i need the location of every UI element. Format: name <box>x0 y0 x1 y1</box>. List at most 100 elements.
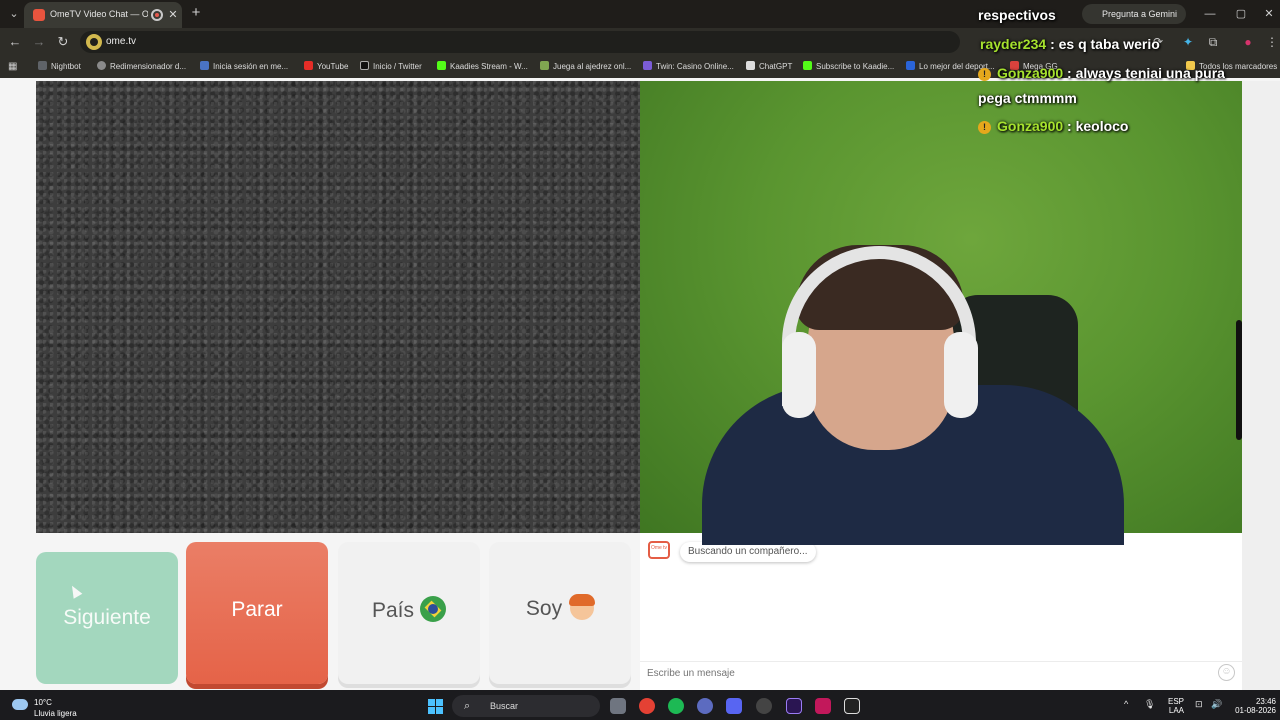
country-label: País <box>371 599 415 622</box>
ask-gemini-button[interactable]: Pregunta a Gemini <box>1082 4 1186 24</box>
close-window-button[interactable]: ✕ <box>1258 5 1280 23</box>
tray-overflow-icon[interactable]: ^ <box>1124 699 1128 709</box>
dazn-icon <box>906 61 915 70</box>
url-text: ome.tv <box>106 36 137 47</box>
ometv-tv-icon-label: Ome tv <box>650 545 668 551</box>
ometv-favicon-icon <box>33 9 45 21</box>
back-arrow-icon[interactable]: ← <box>5 32 25 52</box>
bookmark-nightbot[interactable]: Nightbot <box>38 61 81 74</box>
obs-icon[interactable] <box>756 698 772 714</box>
windows-taskbar: 10°C Lluvia ligera ⌕ Buscar ^ 🎙 ESP LAA … <box>0 690 1280 720</box>
page-margin <box>1242 81 1280 690</box>
browser-menu-icon[interactable]: ⋮ <box>1262 32 1280 52</box>
ometv-page: Siguiente Parar País Soy Ome tv Buscando… <box>0 78 1280 690</box>
bookmark-chess[interactable]: Juega al ajedrez onl... <box>540 61 631 74</box>
aegisub-icon[interactable] <box>815 698 831 714</box>
stop-button[interactable]: Parar <box>186 542 328 684</box>
bookmark-label: YouTube <box>317 62 349 71</box>
language-indicator[interactable]: ESP LAA <box>1160 697 1184 715</box>
tab-close-icon[interactable]: ✕ <box>167 8 179 22</box>
discord-icon[interactable] <box>726 698 742 714</box>
taskbar-search[interactable]: ⌕ Buscar <box>452 695 600 717</box>
address-bar[interactable]: ome.tv <box>80 31 960 53</box>
bookmark-label: Twin: Casino Online... <box>656 62 734 71</box>
spotify-icon[interactable] <box>668 698 684 714</box>
minimize-button[interactable]: — <box>1199 5 1221 23</box>
bookmark-twitter[interactable]: Inicio / Twitter <box>360 61 422 74</box>
bookmark-resizer[interactable]: Redimensionador d... <box>97 61 186 74</box>
recording-indicator-icon <box>151 9 163 21</box>
bookmark-youtube[interactable]: YouTube <box>304 61 348 74</box>
chat-badge-icon: ! <box>978 121 991 134</box>
next-button[interactable]: Siguiente <box>36 552 178 684</box>
system-clock[interactable]: 23:46 01-08-2026 <box>1228 697 1276 715</box>
app-icon[interactable] <box>697 698 713 714</box>
chrome-icon[interactable] <box>639 698 655 714</box>
bookmark-label: Subscribe to Kaadie... <box>816 62 895 71</box>
chat-text: : always teniai una pura <box>1067 65 1225 81</box>
next-label: Siguiente <box>63 606 151 629</box>
bookmark-chatgpt[interactable]: ChatGPT <box>746 61 792 74</box>
ometv-tv-icon: Ome tv <box>648 541 670 559</box>
chat-panel: Ome tv Buscando un compañero... ☺ <box>640 533 1242 690</box>
partner-video-static <box>36 81 640 533</box>
emoji-icon[interactable]: ☺ <box>1218 664 1235 681</box>
country-filter-button[interactable]: País <box>338 542 480 684</box>
bookmark-casino[interactable]: Twin: Casino Online... <box>643 61 734 74</box>
maximize-button[interactable]: ▢ <box>1230 5 1252 23</box>
weather-description: Lluvia ligera <box>34 709 77 718</box>
kick-icon <box>437 61 446 70</box>
chat-text: : es q taba werio <box>1050 36 1160 52</box>
kick-icon <box>803 61 812 70</box>
microphone-icon[interactable]: 🎙 <box>1144 699 1155 710</box>
meta-icon <box>200 61 209 70</box>
bookmark-label: Juega al ajedrez onl... <box>553 62 632 71</box>
file-explorer-icon[interactable] <box>610 698 626 714</box>
page-scrollbar-thumb[interactable] <box>1236 320 1242 440</box>
bookmark-label: Inicia sesión en me... <box>213 62 289 71</box>
overlay-chat-message: rayder234 : es q taba werio <box>980 36 1160 52</box>
bookmark-kick-stream[interactable]: Kaadies Stream - W... <box>437 61 528 74</box>
apps-grid-icon[interactable]: ▦ <box>8 61 20 73</box>
reload-icon[interactable]: ↻ <box>53 32 73 52</box>
bookmark-label: Inicio / Twitter <box>373 62 422 71</box>
openai-icon <box>746 61 755 70</box>
windows-start-icon[interactable] <box>428 699 443 714</box>
network-icon[interactable]: ⊡ <box>1195 699 1203 710</box>
cloud-rain-icon[interactable] <box>12 699 28 710</box>
extensions-puzzle-icon[interactable]: ⧉ <box>1203 32 1223 52</box>
browser-tab-ometv[interactable]: OmeTV Video Chat — Omegle ✕ <box>24 2 182 28</box>
forward-arrow-icon[interactable]: → <box>29 32 49 52</box>
youtube-icon <box>304 61 313 70</box>
chat-username: rayder234 <box>980 36 1047 52</box>
overlay-chat-continuation: pega ctmmmm <box>978 90 1077 106</box>
tab-title: OmeTV Video Chat — Omegle <box>50 9 148 19</box>
message-input[interactable] <box>640 661 1242 685</box>
extension-icon[interactable]: ✦ <box>1178 32 1198 52</box>
capcut-icon[interactable] <box>844 698 860 714</box>
chat-text: : keoloco <box>1067 118 1129 134</box>
bookmark-label: ChatGPT <box>759 62 793 71</box>
site-info-icon[interactable] <box>86 34 102 50</box>
bookmark-login[interactable]: Inicia sesión en me... <box>200 61 288 74</box>
bookmark-label: Kaadies Stream - W... <box>450 62 528 71</box>
globe-icon <box>97 61 106 70</box>
headphones-right-cup <box>944 332 978 418</box>
brazil-flag-icon <box>420 596 447 622</box>
clock-date: 01-08-2026 <box>1235 706 1276 715</box>
gender-select-button[interactable]: Soy <box>489 542 631 684</box>
browser-tab-strip: ⌄ OmeTV Video Chat — Omegle ✕ + ✦ Pregun… <box>0 0 1280 28</box>
boy-avatar-icon <box>569 594 596 620</box>
bookmark-label: Nightbot <box>51 62 81 71</box>
tab-search-chevron-icon[interactable]: ⌄ <box>4 4 24 24</box>
bookmark-subscribe[interactable]: Subscribe to Kaadie... <box>803 61 894 74</box>
premiere-icon[interactable] <box>786 698 802 714</box>
stop-label: Parar <box>231 598 283 621</box>
search-icon: ⌕ <box>464 700 471 712</box>
chat-badge-icon: ! <box>978 68 991 81</box>
weather-temperature: 10°C <box>34 698 52 707</box>
profile-avatar-icon[interactable]: ● <box>1238 32 1258 52</box>
language-code: ESP <box>1167 697 1184 706</box>
volume-icon[interactable]: 🔊 <box>1211 699 1222 710</box>
new-tab-button[interactable]: + <box>188 5 204 21</box>
